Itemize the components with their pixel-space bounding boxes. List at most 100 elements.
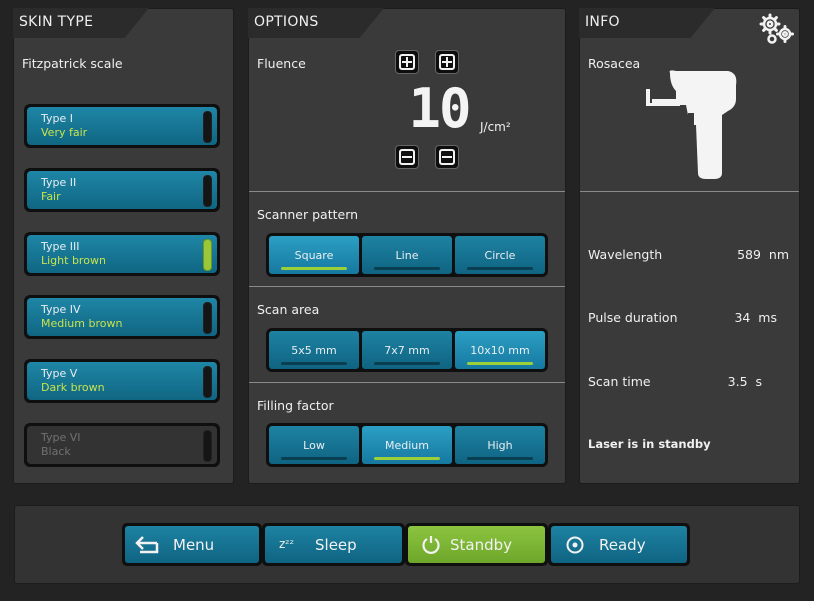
filling-medium-option[interactable]: Medium <box>362 426 452 464</box>
settings-gears-icon[interactable] <box>758 12 796 46</box>
option-indicator <box>374 362 440 365</box>
skin-type-desc: Fair <box>41 190 61 203</box>
info-panel: INFO Rosacea Wavelength 589 nm Pulse dur… <box>579 8 800 484</box>
skin-type-panel: SKIN TYPE Fitzpatrick scale Type I Very f… <box>13 8 234 484</box>
filling-high-option[interactable]: High <box>455 426 545 464</box>
skin-type-5-button[interactable]: Type V Dark brown <box>24 359 220 403</box>
option-label: Medium <box>385 439 429 452</box>
laser-status-text: Laser is in standby <box>588 437 711 451</box>
fluence-decrease-fine-button[interactable] <box>435 145 459 169</box>
skin-type-name: Type IV <box>41 303 81 316</box>
option-label: 10x10 mm <box>470 344 530 357</box>
row-unit: ms <box>758 310 777 325</box>
skin-type-name: Type I <box>41 112 74 125</box>
row-unit: nm <box>768 247 789 262</box>
pattern-circle-option[interactable]: Circle <box>455 236 545 274</box>
options-title: OPTIONS <box>254 14 319 30</box>
selection-indicator <box>203 430 212 462</box>
skin-type-desc: Medium brown <box>41 317 123 330</box>
pattern-line-option[interactable]: Line <box>362 236 452 274</box>
scan-area-10x10-option[interactable]: 10x10 mm <box>455 331 545 369</box>
row-value: 589 <box>737 247 761 262</box>
selection-indicator <box>203 111 212 143</box>
menu-label: Menu <box>173 536 215 554</box>
filling-low-option[interactable]: Low <box>269 426 359 464</box>
option-label: Low <box>303 439 325 452</box>
skin-type-name: Type VI <box>41 431 81 444</box>
skin-type-3-button[interactable]: Type III Light brown <box>24 232 220 276</box>
fluence-decrease-coarse-button[interactable] <box>395 145 419 169</box>
option-label: Circle <box>484 249 516 262</box>
option-indicator <box>281 267 347 270</box>
scanner-pattern-selector: Square Line Circle <box>266 233 548 277</box>
ready-button[interactable]: Ready <box>548 523 690 566</box>
option-label: Line <box>395 249 419 262</box>
wavelength-row: Wavelength 589 nm <box>588 247 789 262</box>
scan-area-selector: 5x5 mm 7x7 mm 10x10 mm <box>266 328 548 372</box>
divider <box>249 286 565 287</box>
selection-indicator <box>203 175 212 207</box>
fluence-increase-coarse-button[interactable] <box>395 50 419 74</box>
divider <box>249 382 565 383</box>
power-icon <box>422 536 440 554</box>
filling-factor-selector: Low Medium High <box>266 423 548 467</box>
skin-type-1-button[interactable]: Type I Very fair <box>24 104 220 148</box>
scan-area-7x7-option[interactable]: 7x7 mm <box>362 331 452 369</box>
treatment-label: Rosacea <box>588 56 641 71</box>
option-indicator <box>467 362 533 365</box>
back-arrow-icon <box>135 536 159 554</box>
fitzpatrick-scale-label: Fitzpatrick scale <box>22 56 123 71</box>
options-header: OPTIONS <box>248 8 384 38</box>
skin-type-6-button[interactable]: Type VI Black <box>24 423 220 467</box>
row-value: 3.5 <box>727 374 748 389</box>
info-title: INFO <box>585 14 620 30</box>
scan-area-5x5-option[interactable]: 5x5 mm <box>269 331 359 369</box>
skin-type-name: Type II <box>41 176 77 189</box>
sleep-zzz-icon: zᶻᶻ <box>279 537 295 551</box>
row-label: Scan time <box>588 374 651 389</box>
skin-type-2-button[interactable]: Type II Fair <box>24 168 220 212</box>
selection-indicator <box>203 366 212 398</box>
option-indicator <box>467 267 533 270</box>
info-header: INFO <box>579 8 715 38</box>
option-indicator <box>467 457 533 460</box>
skin-type-4-button[interactable]: Type IV Medium brown <box>24 295 220 339</box>
skin-type-desc: Light brown <box>41 254 106 267</box>
scan-area-label: Scan area <box>257 302 320 317</box>
row-value: 34 <box>734 310 751 325</box>
pattern-square-option[interactable]: Square <box>269 236 359 274</box>
skin-type-name: Type V <box>41 367 78 380</box>
options-panel: OPTIONS Fluence 10 J/cm² Scanner pattern… <box>248 8 566 484</box>
option-label: High <box>487 439 513 452</box>
option-indicator <box>374 457 440 460</box>
scan-time-row: Scan time 3.5 s <box>588 374 789 389</box>
skin-type-desc: Dark brown <box>41 381 105 394</box>
standby-button[interactable]: Standby <box>405 523 548 566</box>
skin-type-desc: Very fair <box>41 126 88 139</box>
sleep-button[interactable]: zᶻᶻ Sleep <box>262 523 405 566</box>
menu-button[interactable]: Menu <box>122 523 262 566</box>
sleep-label: Sleep <box>315 536 357 554</box>
filling-factor-label: Filling factor <box>257 398 334 413</box>
laser-handpiece-image <box>642 69 746 179</box>
fluence-value-display: 10 <box>408 77 471 140</box>
option-label: 5x5 mm <box>291 344 337 357</box>
option-indicator <box>374 267 440 270</box>
row-unit: s <box>755 374 762 389</box>
row-label: Wavelength <box>588 247 663 262</box>
scanner-pattern-label: Scanner pattern <box>257 207 359 222</box>
option-label: 7x7 mm <box>384 344 430 357</box>
pulse-duration-row: Pulse duration 34 ms <box>588 310 789 325</box>
fluence-increase-fine-button[interactable] <box>435 50 459 74</box>
option-indicator <box>281 362 347 365</box>
skin-type-title: SKIN TYPE <box>19 14 94 30</box>
ready-label: Ready <box>599 536 646 554</box>
skin-type-name: Type III <box>41 240 80 253</box>
divider <box>580 191 799 192</box>
fluence-unit: J/cm² <box>480 120 511 134</box>
fluence-label: Fluence <box>257 56 306 71</box>
option-label: Square <box>294 249 334 262</box>
selection-indicator <box>203 302 212 334</box>
target-icon <box>566 536 584 554</box>
divider <box>249 191 565 192</box>
